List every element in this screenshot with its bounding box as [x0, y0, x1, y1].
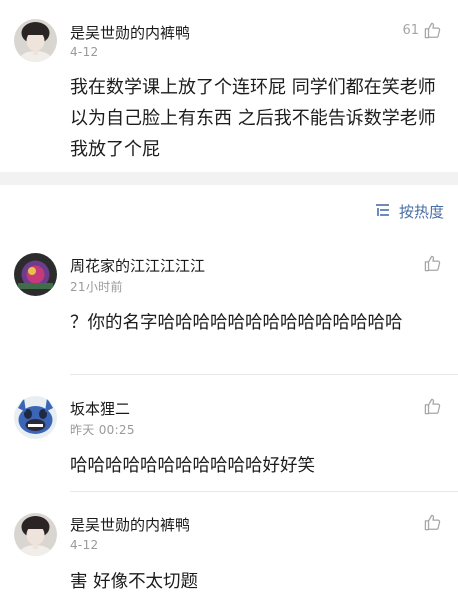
avatar[interactable]	[14, 396, 57, 439]
section-divider	[0, 172, 458, 185]
comment-time: 21小时前	[70, 280, 123, 294]
comment-author[interactable]: 是吴世勋的内裤鸭	[70, 514, 190, 535]
thumbs-up-icon	[423, 21, 442, 40]
comment-item: 坂本狸二 昨天 00:25 哈哈哈哈哈哈哈哈哈哈哈好好笑	[0, 375, 458, 492]
post-text: 我在数学课上放了个连环屁 同学们都在笑老师以为自己脸上有东西 之后我不能告诉数学…	[70, 77, 436, 160]
like-count: 61	[402, 23, 419, 38]
comment-author[interactable]: 坂本狸二	[70, 398, 130, 419]
comment-text: 害 好像不太切题	[70, 572, 199, 592]
main-post: 是吴世勋的内裤鸭 4-12 61 我在数学课上放了个连环屁 同学们都在笑老师以为…	[0, 0, 458, 172]
avatar[interactable]	[14, 253, 57, 296]
avatar[interactable]	[14, 513, 57, 556]
sort-label: 按热度	[398, 203, 444, 221]
thumbs-up-icon	[423, 254, 442, 273]
comment-like-button[interactable]	[423, 397, 442, 416]
avatar[interactable]	[14, 19, 57, 62]
comment-text: 哈哈哈哈哈哈哈哈哈哈哈好好笑	[70, 456, 315, 476]
post-author[interactable]: 是吴世勋的内裤鸭	[70, 22, 190, 43]
sort-bar: 按热度	[0, 185, 458, 235]
post-date: 4-12	[70, 45, 99, 59]
comment-time: 昨天 00:25	[70, 423, 135, 437]
comment-time: 4-12	[70, 538, 99, 552]
thumbs-up-icon	[423, 397, 442, 416]
thumbs-up-icon	[423, 513, 442, 532]
comment-like-button[interactable]	[423, 513, 442, 532]
sort-button[interactable]: 按热度	[375, 201, 444, 222]
comment-author[interactable]: 周花家的江江江江江	[70, 255, 205, 276]
comment-text: ？你的名字哈哈哈哈哈哈哈哈哈哈哈哈哈哈	[70, 313, 403, 333]
post-like-button[interactable]: 61	[402, 21, 442, 40]
comment-item: 是吴世勋的内裤鸭 4-12 害 好像不太切题	[0, 492, 458, 602]
sort-lines-icon	[375, 202, 393, 222]
comment-like-button[interactable]	[423, 254, 442, 273]
comment-item: 周花家的江江江江江 21小时前 ？你的名字哈哈哈哈哈哈哈哈哈哈哈哈哈哈	[0, 235, 458, 375]
